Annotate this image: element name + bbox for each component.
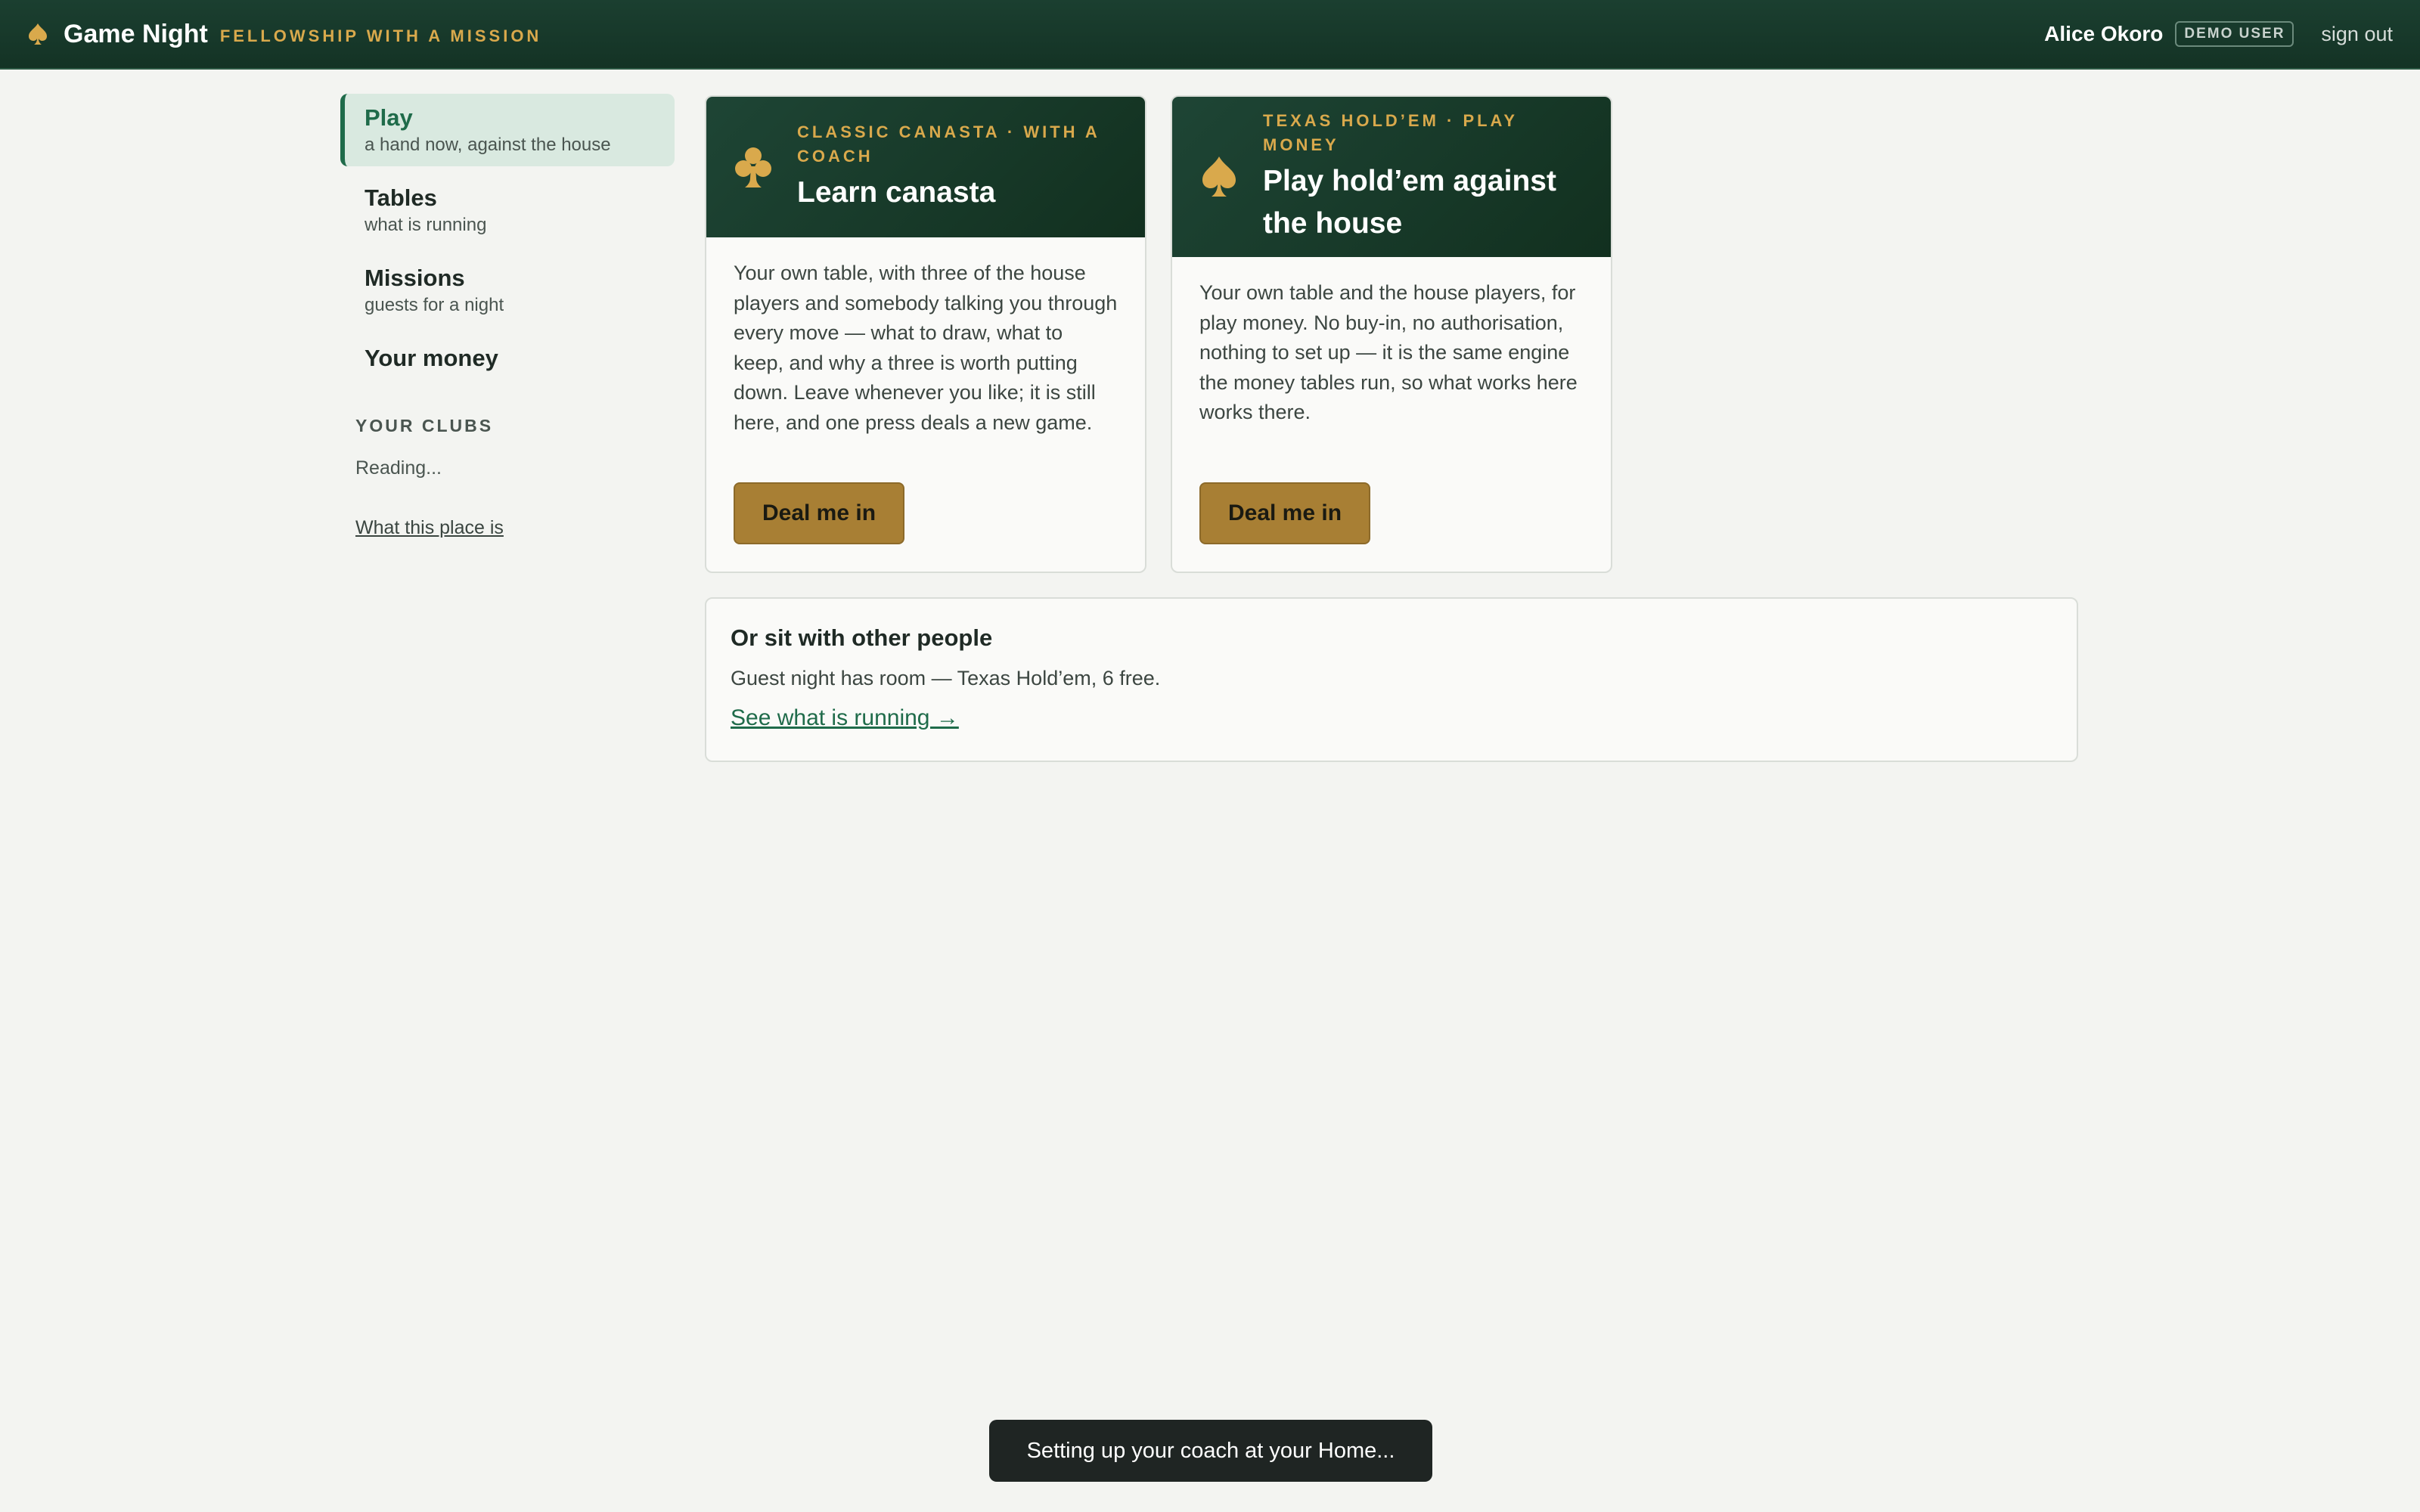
sidebar-item-sublabel: what is running: [365, 215, 487, 235]
clubs-heading: YOUR CLUBS: [355, 416, 494, 435]
canasta-card: CLASSIC CANASTA · WITH A COACH Learn can…: [705, 95, 1146, 573]
sign-out-link[interactable]: sign out: [2321, 23, 2393, 46]
card-title: Learn canasta: [797, 176, 996, 209]
card-kicker: CLASSIC CANASTA · WITH A COACH: [797, 122, 1100, 166]
user-name: Alice Okoro: [2044, 22, 2164, 45]
card-description: Your own table, with three of the house …: [734, 262, 1118, 434]
deal-me-in-canasta-button[interactable]: Deal me in: [734, 482, 904, 544]
brand-tagline: FELLOWSHIP WITH A MISSION: [219, 26, 542, 45]
sidebar: Play a hand now, against the house Table…: [340, 94, 675, 539]
others-description: Guest night has room — Texas Hold’em, 6 …: [731, 667, 1161, 689]
sidebar-item-label: Tables: [365, 184, 437, 211]
sidebar-item-label: Missions: [365, 265, 465, 291]
spade-logo-icon: [29, 23, 47, 45]
sidebar-item-your-money[interactable]: Your money: [340, 334, 675, 383]
about-link[interactable]: What this place is: [355, 517, 504, 539]
sidebar-item-play[interactable]: Play a hand now, against the house: [340, 94, 675, 166]
others-title: Or sit with other people: [731, 624, 993, 651]
sidebar-item-sublabel: a hand now, against the house: [365, 135, 611, 155]
sit-with-others-panel: Or sit with other people Guest night has…: [705, 597, 2078, 762]
card-kicker: TEXAS HOLD’EM · PLAY MONEY: [1263, 111, 1518, 154]
sidebar-item-missions[interactable]: Missions guests for a night: [340, 254, 675, 327]
spade-icon: [1202, 156, 1236, 197]
card-heading-group: CLASSIC CANASTA · WITH A COACH Learn can…: [797, 120, 1118, 214]
deal-me-in-holdem-button[interactable]: Deal me in: [1199, 482, 1370, 544]
card-header: TEXAS HOLD’EM · PLAY MONEY Play hold’em …: [1172, 97, 1611, 257]
holdem-card: TEXAS HOLD’EM · PLAY MONEY Play hold’em …: [1171, 95, 1612, 573]
status-toast: Setting up your coach at your Home...: [989, 1420, 1432, 1482]
sidebar-item-label: Play: [365, 104, 413, 131]
card-header: CLASSIC CANASTA · WITH A COACH Learn can…: [706, 97, 1145, 237]
sidebar-item-sublabel: guests for a night: [365, 295, 504, 315]
card-description: Your own table and the house players, fo…: [1199, 281, 1578, 423]
clubs-loading-status: Reading...: [355, 457, 442, 479]
user-area: Alice Okoro DEMO USER sign out: [2044, 21, 2393, 47]
sidebar-item-label: Your money: [365, 345, 498, 371]
card-title: Play hold’em against the house: [1263, 165, 1556, 240]
club-icon: [735, 147, 771, 187]
demo-user-badge: DEMO USER: [2175, 21, 2294, 47]
sidebar-item-tables[interactable]: Tables what is running: [340, 174, 675, 246]
top-bar: Game Night FELLOWSHIP WITH A MISSION Ali…: [0, 0, 2420, 70]
brand-name[interactable]: Game Night: [64, 20, 208, 49]
see-running-tables-link[interactable]: See what is running →: [731, 705, 959, 731]
card-heading-group: TEXAS HOLD’EM · PLAY MONEY Play hold’em …: [1263, 109, 1584, 245]
